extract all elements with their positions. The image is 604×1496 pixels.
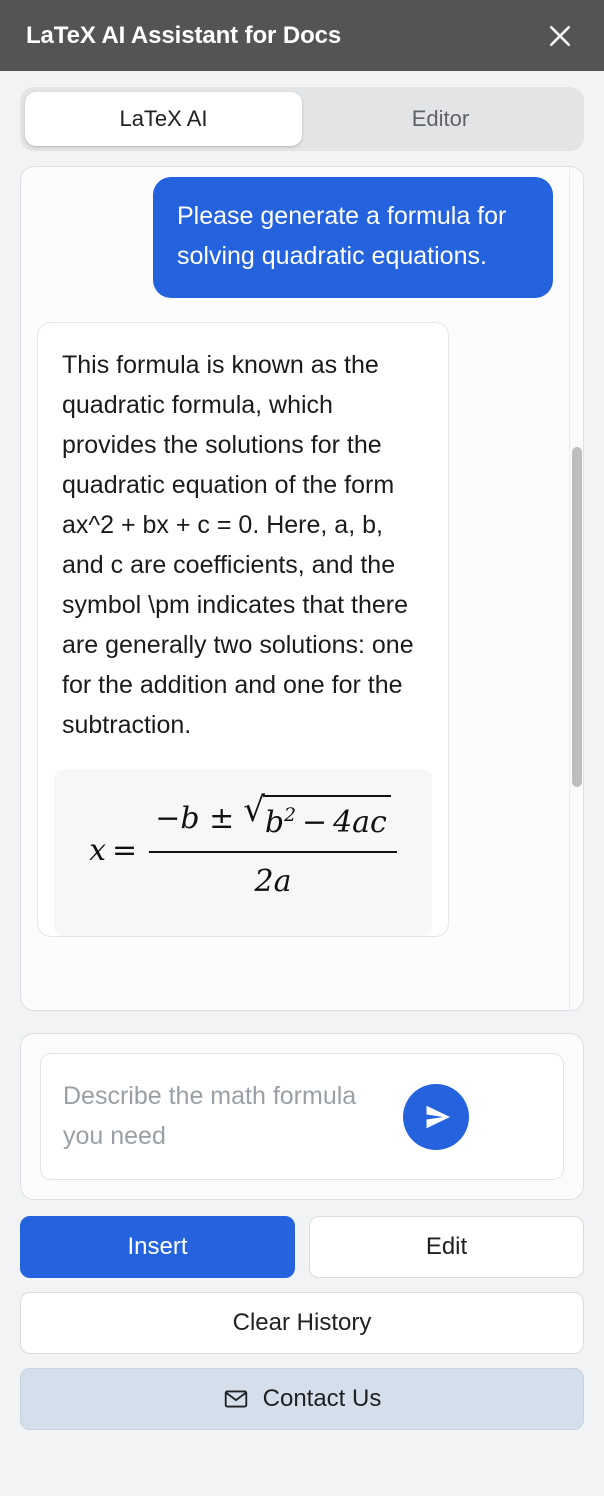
radicand-exponent: 2 <box>284 805 296 826</box>
chat-panel: Please generate a formula for solving qu… <box>20 166 584 1011</box>
send-button[interactable] <box>403 1083 469 1150</box>
tab-latex-ai[interactable]: LaTeX AI <box>25 92 302 146</box>
primary-button-row: Insert Edit <box>20 1216 584 1278</box>
envelope-icon <box>223 1386 249 1412</box>
tab-bar: LaTeX AI Editor <box>20 87 584 151</box>
formula-variable: x <box>89 832 107 868</box>
message-row-assistant: This formula is known as the quadratic f… <box>21 298 569 937</box>
contact-us-button-label: Contact Us <box>262 1385 382 1412</box>
formula-input[interactable]: Describe the math formula you need <box>63 1077 403 1156</box>
insert-button-label: Insert <box>127 1233 188 1260</box>
formula-numerator: −b ± √ b2−4ac <box>149 790 397 851</box>
radicand-base: b <box>264 805 285 840</box>
formula-denominator: 2a <box>254 864 292 899</box>
clear-history-button-label: Clear History <box>232 1309 372 1336</box>
edit-button-label: Edit <box>425 1233 468 1260</box>
formula-input-container[interactable]: Describe the math formula you need <box>40 1053 564 1180</box>
tab-latex-ai-label: LaTeX AI <box>119 106 208 131</box>
tab-editor[interactable]: Editor <box>302 92 579 146</box>
close-icon <box>545 21 575 51</box>
formula-render-box: x = −b ± √ b2−4ac 2a <box>54 769 432 936</box>
message-row-user: Please generate a formula for solving qu… <box>21 177 569 298</box>
quadratic-formula: x = −b ± √ b2−4ac 2a <box>89 790 397 906</box>
tab-bar-container: LaTeX AI Editor <box>0 71 604 151</box>
send-icon <box>419 1101 454 1133</box>
radicand-tail: 4ac <box>333 805 387 840</box>
action-buttons: Insert Edit Clear History Contact Us <box>20 1216 584 1430</box>
assistant-message-text: This formula is known as the quadratic f… <box>62 351 414 739</box>
page-title: LaTeX AI Assistant for Docs <box>26 21 342 49</box>
user-message-bubble: Please generate a formula for solving qu… <box>153 177 553 298</box>
edit-button[interactable]: Edit <box>309 1216 584 1278</box>
chat-scrollbar-thumb[interactable] <box>572 447 582 787</box>
formula-equals: = <box>112 832 138 868</box>
chat-scrollbar-track[interactable] <box>569 167 583 1010</box>
tab-editor-label: Editor <box>411 106 470 131</box>
formula-sqrt: √ b2−4ac <box>243 790 391 847</box>
titlebar: LaTeX AI Assistant for Docs <box>0 0 604 71</box>
contact-us-button[interactable]: Contact Us <box>20 1368 584 1430</box>
formula-radicand: b2−4ac <box>262 795 391 847</box>
radical-icon: √ <box>243 790 265 830</box>
clear-history-button[interactable]: Clear History <box>20 1292 584 1354</box>
formula-fraction: −b ± √ b2−4ac 2a <box>149 790 397 906</box>
input-panel: Describe the math formula you need <box>20 1033 584 1200</box>
formula-numerator-lead: −b ± <box>155 801 235 836</box>
radicand-minus: − <box>301 805 328 840</box>
insert-button[interactable]: Insert <box>20 1216 295 1278</box>
assistant-message-bubble: This formula is known as the quadratic f… <box>37 322 449 937</box>
chat-scroll-region[interactable]: Please generate a formula for solving qu… <box>21 167 569 1010</box>
close-button[interactable] <box>538 14 582 58</box>
